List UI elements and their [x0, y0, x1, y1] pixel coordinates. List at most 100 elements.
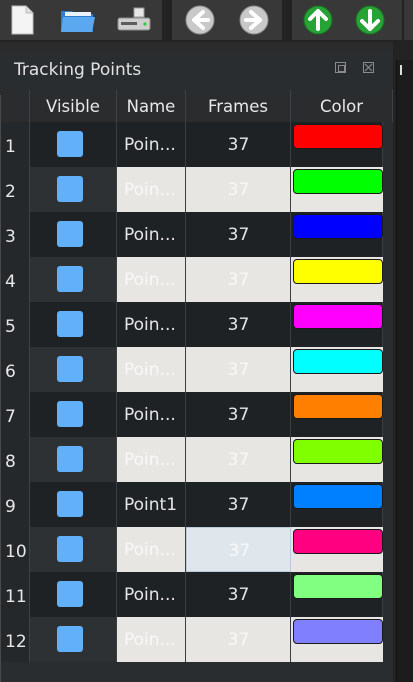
color-swatch[interactable]: [293, 304, 383, 329]
color-cell[interactable]: [291, 527, 383, 572]
name-cell[interactable]: Poin...: [117, 302, 186, 347]
frames-cell[interactable]: 37: [186, 212, 291, 257]
color-cell[interactable]: [291, 437, 383, 482]
visible-checkbox[interactable]: [57, 221, 83, 247]
color-swatch[interactable]: [293, 619, 383, 644]
frames-cell[interactable]: 37: [186, 347, 291, 392]
row-header[interactable]: 2: [0, 167, 30, 212]
visible-cell[interactable]: [30, 347, 117, 392]
visible-checkbox[interactable]: [57, 176, 83, 202]
column-header-name[interactable]: Name: [117, 90, 186, 122]
color-cell[interactable]: [291, 482, 383, 527]
corner-header[interactable]: [0, 90, 30, 122]
color-cell[interactable]: [291, 212, 383, 257]
color-cell[interactable]: [291, 347, 383, 392]
visible-checkbox[interactable]: [57, 131, 83, 157]
table-row[interactable]: 12 Poin... 37: [0, 617, 393, 662]
visible-cell[interactable]: [30, 302, 117, 347]
visible-cell[interactable]: [30, 527, 117, 572]
column-header-visible[interactable]: Visible: [30, 90, 117, 122]
frames-cell[interactable]: 37: [186, 167, 291, 212]
row-header[interactable]: 5: [0, 302, 30, 347]
visible-checkbox[interactable]: [57, 581, 83, 607]
name-cell[interactable]: Poin...: [117, 437, 186, 482]
frames-cell[interactable]: 37: [186, 482, 291, 527]
name-cell[interactable]: Poin...: [117, 257, 186, 302]
visible-checkbox[interactable]: [57, 491, 83, 517]
color-cell[interactable]: [291, 572, 383, 617]
float-panel-button[interactable]: [335, 62, 346, 73]
row-header[interactable]: 11: [0, 572, 30, 617]
new-file-button[interactable]: [2, 2, 42, 38]
save-button[interactable]: [114, 2, 154, 38]
visible-cell[interactable]: [30, 437, 117, 482]
frames-cell[interactable]: 37: [186, 257, 291, 302]
row-header[interactable]: 6: [0, 347, 30, 392]
visible-cell[interactable]: [30, 617, 117, 662]
color-swatch[interactable]: [293, 574, 383, 599]
column-header-color[interactable]: Color: [291, 90, 393, 122]
frames-cell[interactable]: 37: [186, 392, 291, 437]
color-cell[interactable]: [291, 167, 383, 212]
color-cell[interactable]: [291, 257, 383, 302]
color-cell[interactable]: [291, 392, 383, 437]
table-row[interactable]: 2 Poin... 37: [0, 167, 393, 212]
color-swatch[interactable]: [293, 169, 383, 194]
table-row[interactable]: 1 Poin... 37: [0, 122, 393, 167]
row-header[interactable]: 12: [0, 617, 30, 662]
visible-checkbox[interactable]: [57, 356, 83, 382]
frames-cell[interactable]: 37: [186, 527, 291, 572]
table-row[interactable]: 10 Poin... 37: [0, 527, 393, 572]
name-cell[interactable]: Poin...: [117, 392, 186, 437]
name-cell[interactable]: Poin...: [117, 167, 186, 212]
table-row[interactable]: 4 Poin... 37: [0, 257, 393, 302]
visible-cell[interactable]: [30, 482, 117, 527]
column-header-frames[interactable]: Frames: [186, 90, 291, 122]
visible-cell[interactable]: [30, 122, 117, 167]
color-swatch[interactable]: [293, 349, 383, 374]
color-swatch[interactable]: [293, 439, 383, 464]
table-row[interactable]: 8 Poin... 37: [0, 437, 393, 482]
frames-cell[interactable]: 37: [186, 572, 291, 617]
visible-cell[interactable]: [30, 572, 117, 617]
move-down-button[interactable]: [350, 2, 390, 38]
row-header[interactable]: 8: [0, 437, 30, 482]
visible-cell[interactable]: [30, 392, 117, 437]
table-row[interactable]: 5 Poin... 37: [0, 302, 393, 347]
visible-checkbox[interactable]: [57, 266, 83, 292]
color-cell[interactable]: [291, 122, 383, 167]
frames-cell[interactable]: 37: [186, 617, 291, 662]
name-cell[interactable]: Poin...: [117, 212, 186, 257]
back-button[interactable]: [180, 2, 220, 38]
table-row[interactable]: 3 Poin... 37: [0, 212, 393, 257]
color-swatch[interactable]: [293, 259, 383, 284]
visible-checkbox[interactable]: [57, 446, 83, 472]
visible-checkbox[interactable]: [57, 401, 83, 427]
name-cell[interactable]: Poin...: [117, 527, 186, 572]
table-row[interactable]: 9 Point1 37: [0, 482, 393, 527]
frames-cell[interactable]: 37: [186, 302, 291, 347]
color-cell[interactable]: [291, 617, 383, 662]
table-row[interactable]: 11 Poin... 37: [0, 572, 393, 617]
open-folder-button[interactable]: [58, 2, 98, 38]
color-swatch[interactable]: [293, 484, 383, 509]
visible-checkbox[interactable]: [57, 626, 83, 652]
row-header[interactable]: 3: [0, 212, 30, 257]
name-cell[interactable]: Poin...: [117, 617, 186, 662]
move-up-button[interactable]: [298, 2, 338, 38]
visible-cell[interactable]: [30, 257, 117, 302]
frames-cell[interactable]: 37: [186, 122, 291, 167]
row-header[interactable]: 10: [0, 527, 30, 572]
color-cell[interactable]: [291, 302, 383, 347]
name-cell[interactable]: Poin...: [117, 347, 186, 392]
color-swatch[interactable]: [293, 529, 383, 554]
visible-checkbox[interactable]: [57, 536, 83, 562]
forward-button[interactable]: [234, 2, 274, 38]
table-row[interactable]: 6 Poin... 37: [0, 347, 393, 392]
color-swatch[interactable]: [293, 214, 383, 239]
close-panel-button[interactable]: [363, 62, 374, 73]
visible-checkbox[interactable]: [57, 311, 83, 337]
color-swatch[interactable]: [293, 124, 383, 149]
color-swatch[interactable]: [293, 394, 383, 419]
name-cell[interactable]: Point1: [117, 482, 186, 527]
